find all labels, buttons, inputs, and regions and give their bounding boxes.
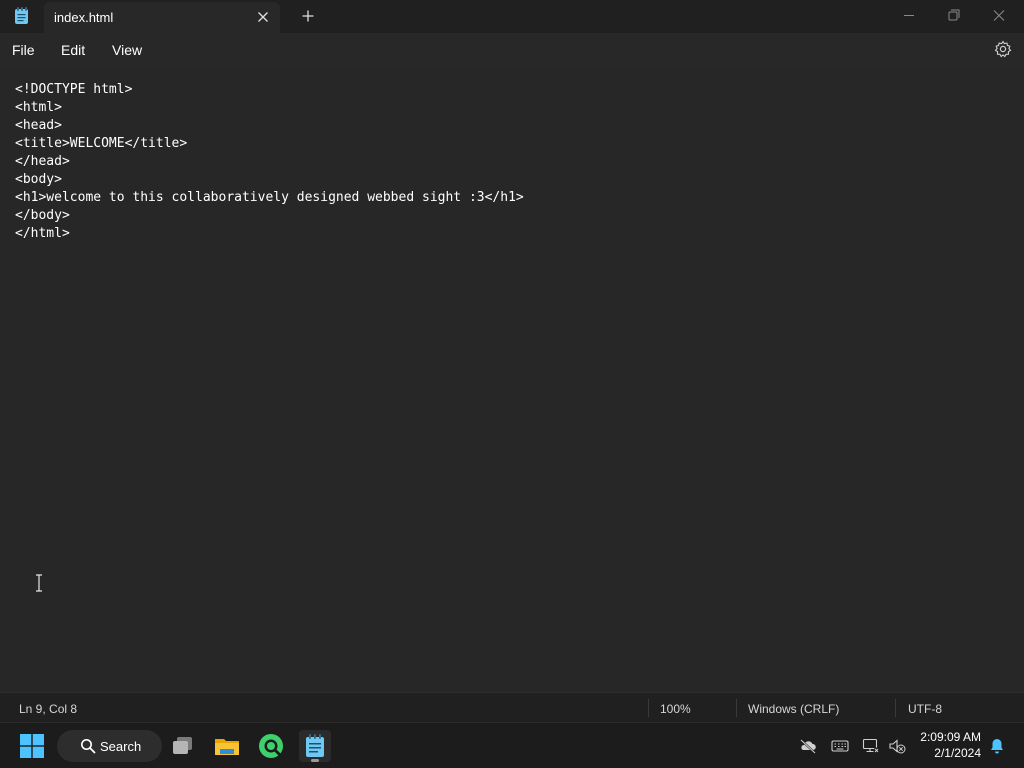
code-line: </head>: [15, 154, 70, 169]
status-divider: [895, 699, 896, 717]
tab-title: index.html: [54, 10, 114, 25]
search-icon: [81, 739, 96, 754]
close-tab-icon[interactable]: [254, 8, 272, 26]
notepad-icon: [306, 734, 324, 757]
onedrive-offline-icon[interactable]: [799, 737, 817, 755]
code-line: <title>WELCOME</title>: [15, 136, 188, 151]
gear-icon[interactable]: [993, 39, 1013, 59]
notification-bell-icon[interactable]: [988, 737, 1006, 755]
ibeam-cursor-icon: [36, 574, 42, 592]
code-line: </body>: [15, 208, 70, 223]
encoding: UTF-8: [908, 702, 942, 716]
menu-bar: File Edit View: [0, 33, 1024, 66]
task-view-icon[interactable]: [167, 730, 199, 762]
new-tab-icon[interactable]: [299, 7, 317, 25]
title-bar: index.html: [0, 0, 1024, 33]
volume-muted-icon[interactable]: [888, 737, 906, 755]
cursor-position: Ln 9, Col 8: [19, 702, 78, 716]
status-divider: [736, 699, 737, 717]
file-explorer-icon[interactable]: [211, 730, 243, 762]
status-divider: [648, 699, 649, 717]
menu-file[interactable]: File: [12, 42, 35, 58]
keyboard-icon[interactable]: [831, 737, 849, 755]
restore-icon[interactable]: [931, 0, 977, 32]
minimize-icon[interactable]: [886, 0, 932, 32]
line-ending: Windows (CRLF): [748, 702, 840, 716]
taskbar-notepad-button[interactable]: [299, 730, 331, 762]
clock-time: 2:09:09 AM: [920, 730, 981, 744]
code-line: <!DOCTYPE html>: [15, 82, 133, 97]
close-window-icon[interactable]: [976, 0, 1022, 32]
code-line: </html>: [15, 226, 70, 241]
code-line: <body>: [15, 172, 62, 187]
status-bar: Ln 9, Col 8 100% Windows (CRLF) UTF-8: [0, 692, 1024, 722]
notepad-app-icon: [15, 7, 28, 24]
menu-view[interactable]: View: [112, 42, 142, 58]
taskbar: Search 2:09:09 AM 2/1/2024: [0, 722, 1024, 768]
clock-date: 2/1/2024: [934, 746, 981, 760]
code-line: <h1>welcome to this collaboratively desi…: [15, 190, 524, 205]
network-icon[interactable]: [862, 737, 880, 755]
zoom-level: 100%: [660, 702, 691, 716]
text-editor[interactable]: <!DOCTYPE html> <html> <head> <title>WELCOM…: [0, 66, 1024, 692]
tab-index-html[interactable]: index.html: [44, 2, 280, 33]
system-clock[interactable]: 2:09:09 AM 2/1/2024: [905, 729, 981, 761]
search-label: Search: [100, 739, 142, 754]
windows-start-icon[interactable]: [20, 734, 44, 758]
code-line: <html>: [15, 100, 62, 115]
running-indicator: [311, 759, 319, 762]
menu-edit[interactable]: Edit: [61, 42, 85, 58]
browser-icon[interactable]: [255, 730, 287, 762]
editor-content[interactable]: <!DOCTYPE html> <html> <head> <title>WELCOM…: [15, 81, 524, 243]
code-line: <head>: [15, 118, 62, 133]
taskbar-search-button[interactable]: Search: [57, 730, 162, 762]
